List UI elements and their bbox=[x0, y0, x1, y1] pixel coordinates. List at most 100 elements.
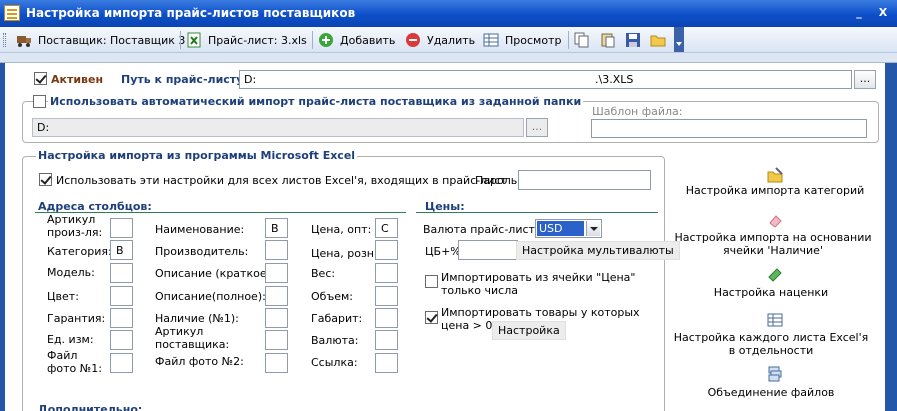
label-category: Категория: bbox=[47, 245, 112, 258]
save-button[interactable] bbox=[625, 30, 647, 50]
link-each-sheet[interactable]: Настройка каждого листа Excel'я в отдель… bbox=[671, 331, 871, 357]
toolbar-grip[interactable] bbox=[3, 33, 6, 47]
path-label: Путь к прайс-листу: bbox=[121, 73, 248, 86]
open-folder-button[interactable] bbox=[650, 30, 672, 50]
use-all-sheets-checkbox[interactable] bbox=[39, 173, 52, 186]
active-checkbox[interactable] bbox=[34, 72, 47, 85]
eraser-icon[interactable] bbox=[767, 213, 783, 229]
article-producer-input[interactable] bbox=[110, 218, 133, 238]
manufacturer-input[interactable] bbox=[265, 240, 288, 260]
browse-folder-button[interactable]: ... bbox=[526, 118, 548, 137]
template-label: Шаблон файла: bbox=[592, 105, 683, 118]
use-all-sheets-label: Использовать эти настройки для всех лист… bbox=[56, 174, 507, 187]
truck-icon bbox=[16, 32, 32, 48]
password-label: Пароль: bbox=[475, 174, 521, 187]
password-input[interactable] bbox=[518, 170, 651, 190]
label-price-retail: Цена, розн: bbox=[311, 247, 378, 260]
supplier-article-input[interactable] bbox=[265, 330, 288, 350]
cb-percent-label: ЦБ+% bbox=[425, 245, 461, 258]
link-markup[interactable]: Настройка наценки bbox=[671, 286, 871, 299]
extra-title: Дополнительно: bbox=[38, 403, 143, 411]
minimize-button[interactable]: _ bbox=[852, 6, 866, 20]
template-input[interactable] bbox=[591, 119, 867, 138]
path-input[interactable]: D: .\3.XLS bbox=[239, 70, 852, 89]
auto-import-checkbox[interactable] bbox=[33, 95, 46, 108]
label-color: Цвет: bbox=[47, 290, 79, 303]
supplier-button[interactable]: Поставщик: Поставщик 3 bbox=[16, 30, 185, 50]
price-retail-input[interactable] bbox=[375, 240, 398, 260]
label-photo-2: Файл фото №2: bbox=[155, 355, 244, 368]
cb-percent-input[interactable] bbox=[458, 240, 518, 260]
table-icon bbox=[483, 32, 499, 48]
folder-input[interactable]: D: bbox=[32, 118, 524, 137]
import-price-numbers-checkbox[interactable] bbox=[425, 275, 438, 288]
right-border bbox=[885, 63, 897, 411]
sheet-icon[interactable] bbox=[767, 312, 783, 328]
photo-2-input[interactable] bbox=[265, 353, 288, 373]
price-wholesale-input[interactable]: C bbox=[375, 218, 398, 238]
chevron-down-icon[interactable] bbox=[586, 221, 600, 236]
weight-input[interactable] bbox=[375, 263, 398, 283]
label-description-full: Описание(полное): bbox=[155, 290, 266, 303]
app-icon bbox=[4, 5, 20, 21]
merge-files-icon[interactable] bbox=[767, 366, 783, 382]
supplier-label: Поставщик: Поставщик 3 bbox=[38, 33, 186, 47]
path-prefix: D: bbox=[244, 73, 257, 86]
prices-divider bbox=[416, 212, 658, 213]
link-availability-import[interactable]: Настройка импорта на основании ячейки 'Н… bbox=[673, 231, 873, 257]
close-button[interactable]: X bbox=[876, 6, 890, 20]
unit-input[interactable] bbox=[110, 330, 133, 350]
label-supplier-article: Артикул поставщика: bbox=[155, 325, 230, 351]
delete-button[interactable]: Удалить bbox=[405, 30, 475, 50]
link-merge-files[interactable]: Объединение файлов bbox=[671, 386, 871, 399]
add-button[interactable]: Добавить bbox=[318, 30, 395, 50]
import-positive-price-checkbox[interactable] bbox=[425, 311, 438, 324]
label-dimensions: Габарит: bbox=[311, 312, 363, 325]
folder-edit-icon[interactable] bbox=[767, 167, 783, 183]
link-input[interactable] bbox=[375, 353, 398, 373]
copy-button[interactable] bbox=[574, 30, 596, 50]
category-input[interactable]: B bbox=[110, 240, 133, 260]
money-icon[interactable] bbox=[767, 267, 783, 283]
warranty-input[interactable] bbox=[110, 308, 133, 328]
view-button[interactable]: Просмотр bbox=[483, 30, 561, 50]
active-label: Активен bbox=[51, 73, 104, 86]
label-description-short: Описание (краткое): bbox=[155, 267, 275, 280]
model-input[interactable] bbox=[110, 263, 133, 283]
paste-button[interactable] bbox=[600, 30, 622, 50]
delete-label: Удалить bbox=[427, 33, 476, 47]
description-full-input[interactable] bbox=[265, 286, 288, 306]
label-link: Ссылка: bbox=[311, 356, 358, 369]
toolbar-separator bbox=[180, 31, 181, 49]
folder-icon bbox=[650, 32, 666, 48]
name-input[interactable]: B bbox=[265, 218, 288, 238]
label-unit: Ед. изм: bbox=[47, 333, 94, 346]
availability-input[interactable] bbox=[265, 308, 288, 328]
toolbar: Поставщик: Поставщик 3 Прайс-лист: 3.xls… bbox=[0, 27, 897, 53]
auto-import-label: Использовать автоматический импорт прайс… bbox=[48, 95, 584, 108]
currency-label: Валюта прайс-листа: bbox=[423, 223, 546, 236]
multicurrency-button[interactable]: Настройка мультивалюты bbox=[516, 241, 680, 260]
color-input[interactable] bbox=[110, 286, 133, 306]
currency-select[interactable]: USD bbox=[535, 219, 602, 238]
save-icon bbox=[625, 32, 641, 48]
positive-price-settings-button[interactable]: Настройка bbox=[492, 321, 566, 340]
pricelist-button[interactable]: Прайс-лист: 3.xls bbox=[186, 30, 307, 50]
photo-1-input[interactable] bbox=[110, 353, 133, 373]
browse-path-button[interactable]: ... bbox=[854, 70, 876, 89]
copy-icon bbox=[574, 32, 590, 48]
link-category-import[interactable]: Настройка импорта категорий bbox=[675, 184, 875, 197]
label-availability: Наличие (№1): bbox=[155, 312, 239, 325]
toolbar-overflow-button[interactable] bbox=[674, 27, 684, 52]
volume-input[interactable] bbox=[375, 286, 398, 306]
main-panel: Активен Путь к прайс-листу: D: .\3.XLS .… bbox=[5, 63, 885, 411]
pricelist-label: Прайс-лист: 3.xls bbox=[208, 33, 307, 47]
dimensions-input[interactable] bbox=[375, 308, 398, 328]
label-warranty: Гарантия: bbox=[47, 312, 106, 325]
paste-icon bbox=[600, 32, 616, 48]
excel-settings-title: Настройка импорта из программы Microsoft… bbox=[36, 149, 358, 162]
import-price-numbers-label: Импортировать из ячейки "Цена" только чи… bbox=[441, 271, 636, 297]
currency-column-input[interactable] bbox=[375, 330, 398, 350]
window-title: Настройка импорта прайс-листов поставщик… bbox=[26, 6, 356, 20]
description-short-input[interactable] bbox=[265, 263, 288, 283]
